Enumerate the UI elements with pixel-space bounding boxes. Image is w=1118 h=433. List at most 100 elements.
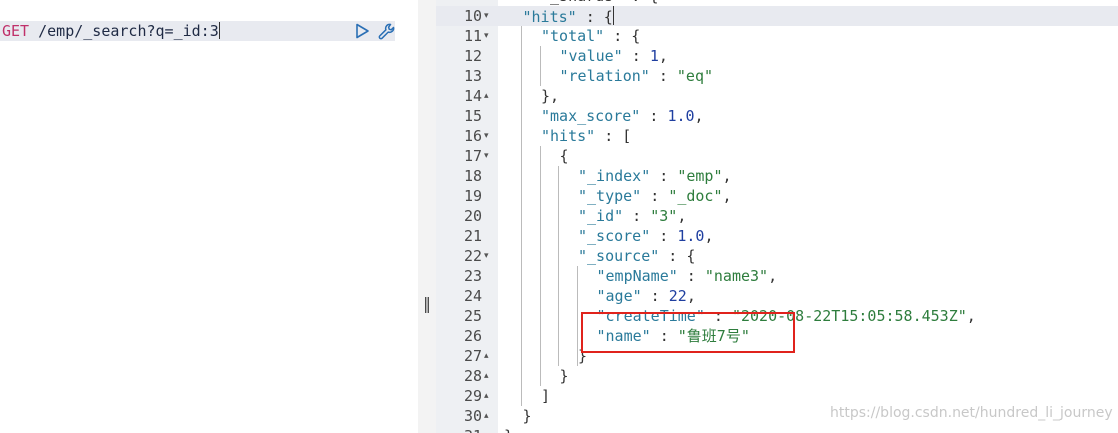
code-line: 22 ▾ "_source" : { (436, 246, 1118, 266)
wrench-icon[interactable] (377, 22, 397, 42)
request-line[interactable]: GET /emp/_search?q=_id:3 (0, 21, 395, 41)
fold-expand-icon[interactable]: ▴ (484, 86, 494, 106)
fold-expand-icon[interactable]: ▴ (484, 386, 494, 406)
request-path: /emp/_search?q=_id:3 (29, 22, 219, 40)
json-punct: : { (576, 8, 613, 26)
fold-expand-icon[interactable]: ▴ (484, 406, 494, 426)
code-text: } (523, 406, 532, 426)
fold-collapse-icon[interactable]: ▾ (484, 26, 494, 46)
json-punct: , (694, 107, 704, 125)
indent-guide (540, 146, 541, 386)
json-key: "value" (559, 47, 623, 65)
json-punct: , (722, 187, 732, 205)
json-string: "emp" (677, 167, 723, 185)
fold-collapse-icon[interactable]: ▾ (484, 126, 494, 146)
indent-guide (540, 46, 541, 86)
json-key: "total" (541, 27, 605, 45)
json-key: "_score" (578, 227, 651, 245)
code-line: 17 ▾ { (436, 146, 1118, 166)
json-key: "hits" (522, 8, 577, 26)
play-icon[interactable] (354, 23, 370, 39)
code-line: 31} (436, 426, 1118, 433)
text-cursor (218, 22, 220, 39)
fold-expand-icon[interactable]: ▴ (484, 366, 494, 386)
line-number: 29 (463, 387, 482, 405)
splitter-handle-icon[interactable]: ‖ (423, 294, 431, 313)
json-punct: : (641, 187, 669, 205)
json-punct: ] (541, 387, 551, 405)
line-number: 10 (463, 7, 482, 25)
line-number: 20 (463, 207, 482, 225)
code-line: 12 "value" : 1, (436, 46, 1118, 66)
fold-expand-icon[interactable]: ▴ (484, 346, 494, 366)
code-text: "hits" : [ (541, 126, 631, 146)
code-line: 10 ▾ "hits" : { (436, 6, 1118, 26)
json-punct: } (559, 367, 569, 385)
json-punct: : { (604, 27, 641, 45)
fold-collapse-icon[interactable]: ▾ (484, 6, 494, 26)
line-number: 13 (463, 67, 482, 85)
json-punct: , (677, 207, 687, 225)
indent-guide (558, 166, 559, 366)
json-punct: } (522, 407, 532, 425)
code-line: 29 ▴] (436, 386, 1118, 406)
json-punct: }, (541, 87, 560, 105)
line-number: 30 (463, 407, 482, 425)
json-number: 1.0 (667, 107, 695, 125)
json-punct: , (768, 267, 778, 285)
json-punct: : (640, 107, 668, 125)
code-text: ] (541, 386, 550, 406)
json-number: 1.0 (677, 227, 705, 245)
line-number: 15 (463, 107, 482, 125)
line-number: 23 (463, 267, 482, 285)
line-number: 18 (463, 167, 482, 185)
code-line: 19 "_type" : "_doc", (436, 186, 1118, 206)
indent-guide (521, 26, 522, 406)
code-line: 14 ▴}, (436, 86, 1118, 106)
json-key: "relation" (559, 67, 650, 85)
json-key: "_source" (578, 247, 660, 265)
json-key: "empName" (596, 267, 678, 285)
json-key: "max_score" (541, 107, 641, 125)
json-punct: : (641, 287, 669, 305)
code-text: "empName" : "name3", (597, 266, 778, 286)
code-text: "_score" : 1.0, (578, 226, 713, 246)
code-line: 15 "max_score" : 1.0, (436, 106, 1118, 126)
code-line: 13 "relation" : "eq" (436, 66, 1118, 86)
line-number: 16 (463, 127, 482, 145)
pane-splitter[interactable]: ‖ (418, 0, 436, 433)
code-text: "_type" : "_doc", (578, 186, 732, 206)
json-punct: : [ (595, 127, 632, 145)
json-punct: : (649, 67, 677, 85)
text-cursor (612, 6, 614, 25)
json-punct: { (559, 147, 569, 165)
json-key: "hits" (541, 127, 596, 145)
fold-collapse-icon[interactable]: ▾ (484, 246, 494, 266)
code-line: 16 ▾ "hits" : [ (436, 126, 1118, 146)
code-text: } (560, 366, 569, 386)
line-number: 12 (463, 47, 482, 65)
code-text: "hits" : { (523, 6, 614, 27)
request-text[interactable]: GET /emp/_search?q=_id:3 (2, 22, 220, 40)
line-number: 27 (463, 347, 482, 365)
json-punct: , (704, 227, 714, 245)
json-punct: "_shards" : { (541, 0, 658, 5)
line-number: 14 (463, 87, 482, 105)
json-key: "age" (596, 287, 642, 305)
code-text: "relation" : "eq" (560, 66, 714, 86)
code-line: 20 "_id" : "3", (436, 206, 1118, 226)
json-punct: , (658, 47, 668, 65)
response-viewer[interactable]: "_shards" : {10▾"hits" : {11▾"total" : {… (436, 0, 1118, 433)
fold-collapse-icon[interactable]: ▾ (484, 146, 494, 166)
json-string: "eq" (676, 67, 714, 85)
line-number: 24 (463, 287, 482, 305)
code-line: 11 ▾ "total" : { (436, 26, 1118, 46)
json-punct: } (504, 427, 513, 433)
json-string: "name3" (704, 267, 769, 285)
line-number: 22 (463, 247, 482, 265)
request-editor[interactable]: GET /emp/_search?q=_id:3 (0, 0, 418, 433)
json-punct: : { (659, 247, 696, 265)
code-text: "_index" : "emp", (578, 166, 732, 186)
watermark: https://blog.csdn.net/hundred_li_journey (830, 405, 1113, 421)
code-line: 23 "empName" : "name3", (436, 266, 1118, 286)
